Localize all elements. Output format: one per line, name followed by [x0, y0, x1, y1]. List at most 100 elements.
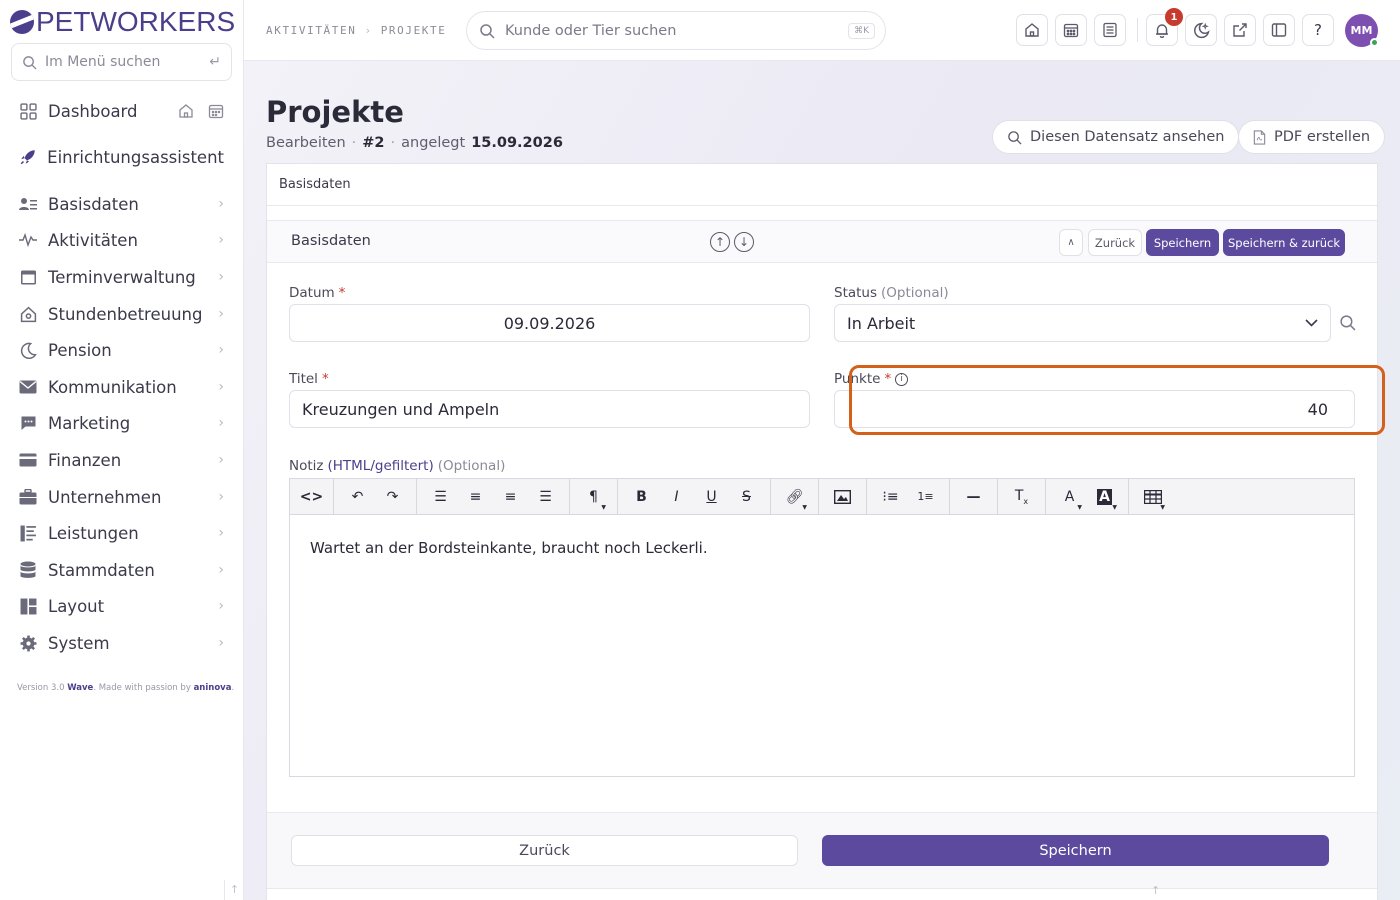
- align-left-button[interactable]: ☰: [423, 479, 458, 515]
- background-color-button[interactable]: A ▼: [1087, 479, 1122, 515]
- notes-button[interactable]: [1094, 14, 1126, 46]
- notiz-format-hint: (HTML/gefiltert): [327, 458, 434, 474]
- caret-down-icon: ▼: [1112, 503, 1117, 511]
- sidebar-item-terminverwaltung[interactable]: Terminverwaltung ›: [18, 262, 224, 292]
- status-search-icon[interactable]: [1339, 314, 1356, 331]
- sidebar-item-label: Aktivitäten: [48, 230, 138, 250]
- redo-button[interactable]: ↷: [375, 479, 410, 515]
- chevron-right-icon: ›: [218, 562, 224, 578]
- sidebar-item-marketing[interactable]: Marketing ›: [18, 408, 224, 438]
- notifications-button[interactable]: 1: [1146, 8, 1183, 46]
- table-icon: [1143, 489, 1162, 504]
- clear-format-button[interactable]: Tx: [1004, 479, 1039, 515]
- app-logo[interactable]: PETWORKERS: [10, 6, 235, 38]
- section-back-button[interactable]: Zurück: [1088, 229, 1142, 256]
- home-button[interactable]: [1016, 14, 1048, 46]
- bullet-list-button[interactable]: ⁝≡: [873, 479, 908, 515]
- chevron-down-icon: [1305, 319, 1318, 327]
- section-save-back-button[interactable]: Speichern & zurück: [1223, 229, 1345, 256]
- datum-input[interactable]: 09.09.2026: [289, 304, 810, 342]
- status-select[interactable]: In Arbeit: [834, 304, 1331, 342]
- menu-search-input[interactable]: Im Menü suchen ↵: [11, 43, 232, 81]
- sidebar-item-layout[interactable]: Layout ›: [18, 591, 224, 621]
- card-header: Basisdaten: [267, 164, 1377, 206]
- sidebar-item-label: Leistungen: [48, 523, 139, 543]
- house-icon: [18, 304, 38, 324]
- strikethrough-icon: S: [742, 488, 751, 505]
- titel-input[interactable]: Kreuzungen und Ampeln: [289, 390, 810, 428]
- activity-icon: [18, 230, 38, 250]
- strikethrough-button[interactable]: S: [729, 479, 764, 515]
- card-title: Basisdaten: [279, 177, 351, 192]
- sidebar-item-unternehmen[interactable]: Unternehmen ›: [18, 482, 224, 512]
- caret-down-icon: ▼: [601, 503, 606, 511]
- create-pdf-button[interactable]: PDF erstellen: [1238, 120, 1386, 154]
- italic-button[interactable]: I: [659, 479, 694, 515]
- breadcrumb-item-aktivitaeten[interactable]: AKTIVITÄTEN: [266, 24, 356, 37]
- view-record-label: Diesen Datensatz ansehen: [1030, 129, 1225, 145]
- company-link[interactable]: aninova: [194, 683, 232, 693]
- dark-mode-toggle[interactable]: [1185, 14, 1217, 46]
- footer-save-button[interactable]: Speichern: [822, 835, 1329, 866]
- sidebar-item-stundenbetreuung[interactable]: Stundenbetreuung ›: [18, 299, 224, 329]
- calendar-button[interactable]: [1055, 14, 1087, 46]
- datum-label: Datum *: [289, 285, 346, 301]
- notiz-label: Notiz (HTML/gefiltert) (Optional): [289, 458, 506, 474]
- sidebar-item-system[interactable]: System ›: [18, 628, 224, 658]
- notiz-editor: <> ↶ ↷ ☰ ≡ ≡ ☰ ¶ ▼ B I U S 🔗︎ ▼ ⁝≡ 1≡ — …: [289, 478, 1355, 777]
- link-button[interactable]: 🔗︎ ▼: [777, 479, 812, 515]
- undo-button[interactable]: ↶: [340, 479, 375, 515]
- section-save-button[interactable]: Speichern: [1146, 229, 1219, 256]
- sidebar-toggle-button[interactable]: [1263, 14, 1295, 46]
- help-button[interactable]: ?: [1302, 14, 1334, 46]
- arrow-down-circle-icon[interactable]: ↓: [734, 232, 754, 252]
- align-center-button[interactable]: ≡: [458, 479, 493, 515]
- open-external-button[interactable]: [1224, 14, 1256, 46]
- code-view-button[interactable]: <>: [294, 479, 329, 515]
- arrow-up-circle-icon[interactable]: ↑: [710, 232, 730, 252]
- notiz-editor-content[interactable]: Wartet an der Bordsteinkante, braucht no…: [310, 539, 708, 557]
- calendar-icon[interactable]: [208, 103, 224, 119]
- numbered-list-button[interactable]: 1≡: [908, 479, 943, 515]
- footer-back-button[interactable]: Zurück: [291, 835, 798, 866]
- sidebar-item-label: Stammdaten: [48, 560, 155, 580]
- page-title: Projekte: [266, 95, 404, 129]
- menu-search-placeholder: Im Menü suchen: [45, 54, 161, 70]
- underline-button[interactable]: U: [694, 479, 729, 515]
- font-color-button[interactable]: A ▼: [1052, 479, 1087, 515]
- insert-image-button[interactable]: [825, 479, 860, 515]
- horizontal-rule-button[interactable]: —: [956, 479, 991, 515]
- user-avatar[interactable]: MM: [1345, 14, 1379, 47]
- global-search-input[interactable]: Kunde oder Tier suchen ⌘K: [466, 11, 886, 50]
- sidebar-item-kommunikation[interactable]: Kommunikation ›: [18, 372, 224, 402]
- product-link[interactable]: Wave: [67, 683, 93, 693]
- underline-icon: U: [706, 488, 717, 505]
- scroll-top-arrow-icon[interactable]: ↑: [1151, 884, 1160, 897]
- bold-button[interactable]: B: [624, 479, 659, 515]
- view-record-button[interactable]: Diesen Datensatz ansehen: [992, 120, 1240, 154]
- sidebar-item-dashboard[interactable]: Dashboard: [18, 96, 224, 126]
- align-right-button[interactable]: ≡: [493, 479, 528, 515]
- caret-down-icon: ▼: [802, 503, 807, 511]
- paragraph-format-button[interactable]: ¶ ▼: [576, 479, 611, 515]
- collapse-section-button[interactable]: ∧: [1059, 229, 1083, 256]
- insert-table-button[interactable]: ▼: [1135, 479, 1170, 515]
- align-justify-button[interactable]: ☰: [528, 479, 563, 515]
- chevron-right-icon: ›: [218, 635, 224, 651]
- scroll-top-arrow-icon[interactable]: ↑: [224, 880, 244, 900]
- pdf-file-icon: [1253, 129, 1266, 145]
- sidebar-item-aktivitaeten[interactable]: Aktivitäten ›: [18, 225, 224, 255]
- chevron-right-icon: ›: [218, 489, 224, 505]
- sidebar-item-finanzen[interactable]: Finanzen ›: [18, 445, 224, 475]
- sidebar-item-einrichtungsassistent[interactable]: Einrichtungsassistent: [18, 142, 224, 172]
- chevron-right-icon: ›: [218, 598, 224, 614]
- sidebar-item-stammdaten[interactable]: Stammdaten ›: [18, 555, 224, 585]
- home-icon[interactable]: [178, 103, 194, 119]
- sidebar-item-leistungen[interactable]: Leistungen ›: [18, 518, 224, 548]
- align-center-icon: ≡: [469, 488, 482, 505]
- sidebar-item-basisdaten[interactable]: Basisdaten ›: [18, 189, 224, 219]
- section-title: Basisdaten: [291, 233, 371, 249]
- align-justify-icon: ☰: [539, 488, 552, 505]
- focus-highlight: [849, 365, 1385, 435]
- sidebar-item-pension[interactable]: Pension ›: [18, 335, 224, 365]
